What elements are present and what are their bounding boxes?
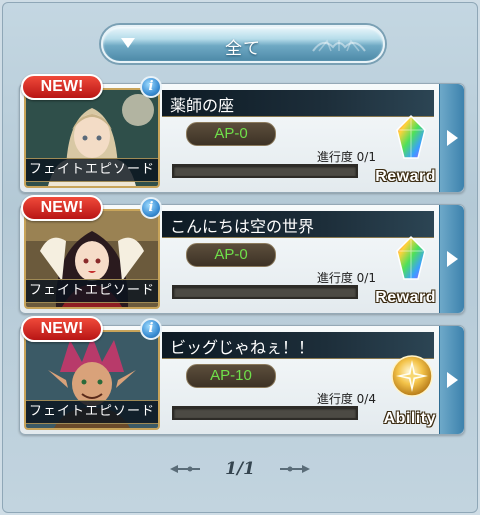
fate-episode-label: フェイトエピソード xyxy=(26,400,158,424)
ap-cost: AP-0 xyxy=(186,243,276,267)
new-badge: NEW! xyxy=(21,316,103,342)
new-badge: NEW! xyxy=(21,195,103,221)
ap-cost: AP-0 xyxy=(186,122,276,146)
quest-row[interactable]: フェイトエピソード NEW! i こんにちは空の世界 AP-0 進行度 0/1 … xyxy=(19,195,465,314)
reward-label: Reward xyxy=(375,289,436,306)
progress-label: 進行度 0/1 xyxy=(316,271,376,285)
new-badge: NEW! xyxy=(21,74,103,100)
progress-bar xyxy=(172,285,358,299)
rainbow-crystal-icon xyxy=(396,114,426,159)
character-portrait: フェイトエピソード xyxy=(24,330,160,430)
ability-star-icon xyxy=(391,355,433,397)
fate-episode-label: フェイトエピソード xyxy=(26,279,158,303)
info-icon[interactable]: i xyxy=(140,197,162,219)
ap-cost: AP-10 xyxy=(186,364,276,388)
character-portrait: フェイトエピソード xyxy=(24,209,160,309)
fate-episode-label: フェイトエピソード xyxy=(26,158,158,182)
quest-list-panel: 全て フェイトエピソード NEW! i 薬師の座 AP-0 進行度 0/1 Re… xyxy=(2,2,478,513)
arrow-right-icon xyxy=(447,130,458,146)
open-quest-button[interactable] xyxy=(439,84,464,192)
crest-ornament-icon xyxy=(312,39,366,52)
arrow-right-icon xyxy=(447,251,458,267)
quest-title: こんにちは空の世界 xyxy=(170,217,315,236)
quest-row[interactable]: フェイトエピソード NEW! i ビッグじゃねぇ！！ AP-10 進行度 0/4… xyxy=(19,316,465,435)
info-icon[interactable]: i xyxy=(140,318,162,340)
progress-bar xyxy=(172,164,358,178)
character-portrait: フェイトエピソード xyxy=(24,88,160,188)
open-quest-button[interactable] xyxy=(439,205,464,313)
next-page-icon[interactable] xyxy=(278,463,312,475)
quest-title-bar: 薬師の座 xyxy=(162,90,434,117)
arrow-right-icon xyxy=(447,372,458,388)
prev-page-icon[interactable] xyxy=(168,463,202,475)
reward-label: Ability xyxy=(383,410,436,427)
progress-label: 進行度 0/4 xyxy=(316,392,376,406)
quest-title: 薬師の座 xyxy=(170,96,235,115)
rainbow-crystal-icon xyxy=(396,235,426,280)
info-icon[interactable]: i xyxy=(140,76,162,98)
progress-bar xyxy=(172,406,358,420)
pagination: 1/1 xyxy=(3,458,477,486)
quest-row[interactable]: フェイトエピソード NEW! i 薬師の座 AP-0 進行度 0/1 Rewar… xyxy=(19,74,465,193)
progress-label: 進行度 0/1 xyxy=(316,150,376,164)
open-quest-button[interactable] xyxy=(439,326,464,434)
quest-title: ビッグじゃねぇ！！ xyxy=(170,338,315,357)
reward-label: Reward xyxy=(375,168,436,185)
page-indicator: 1/1 xyxy=(225,458,255,479)
filter-dropdown[interactable]: 全て xyxy=(101,25,385,63)
quest-title-bar: こんにちは空の世界 xyxy=(162,211,434,238)
